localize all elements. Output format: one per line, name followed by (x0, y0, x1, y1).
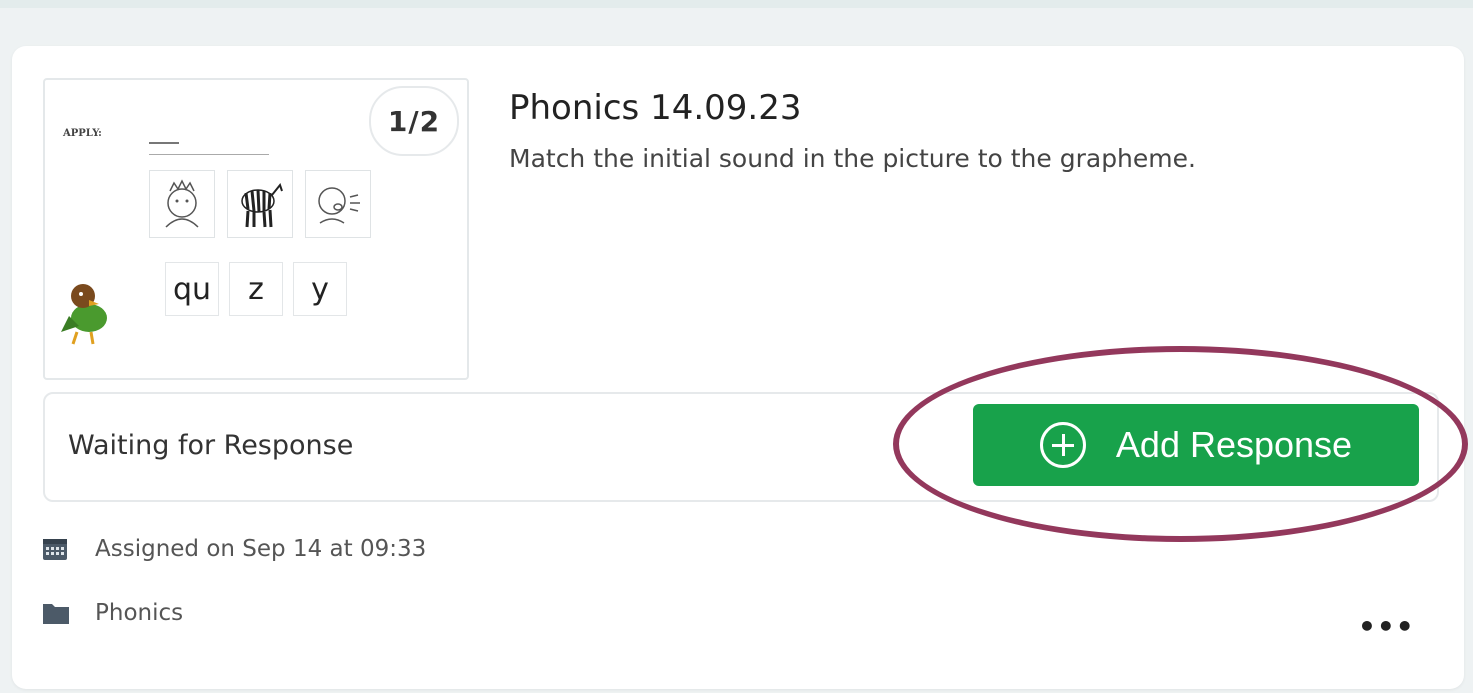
grapheme-card: qu (165, 262, 219, 316)
yelling-picture-icon (318, 187, 360, 224)
worksheet-title-line (149, 142, 179, 144)
picture-queen (149, 170, 215, 238)
assignment-card: APPLY: qu z y 1/2 Phonics 14.09.23 Match… (12, 46, 1464, 689)
worksheet-instruction-line (149, 154, 269, 155)
page-indicator-badge: 1/2 (369, 86, 459, 156)
add-response-label: Add Response (1115, 424, 1353, 465)
grapheme-card: y (293, 262, 347, 316)
assignment-description: Match the initial sound in the picture t… (509, 144, 1196, 173)
plus-circle-icon (1039, 422, 1086, 468)
assigned-date-row: Assigned on Sep 14 at 09:33 (41, 536, 426, 562)
more-options-button[interactable]: ••• (1358, 610, 1415, 643)
zebra-picture-icon (241, 182, 283, 228)
response-status-text: Waiting for Response (68, 430, 354, 461)
folder-icon (43, 604, 69, 624)
assigned-date-text: Assigned on Sep 14 at 09:33 (95, 536, 427, 562)
picture-yell (305, 170, 371, 238)
response-status-row: Waiting for Response Add Response (43, 392, 1439, 502)
folder-name[interactable]: Phonics (95, 600, 183, 626)
calendar-icon (43, 539, 67, 560)
top-band (0, 0, 1473, 8)
add-response-button[interactable]: Add Response (973, 404, 1419, 486)
assignment-title: Phonics 14.09.23 (509, 88, 802, 128)
parrot-icon (61, 284, 107, 345)
picture-zebra (227, 170, 293, 238)
grapheme-card: z (229, 262, 283, 316)
folder-row: Phonics (41, 600, 183, 626)
worksheet-thumbnail[interactable]: APPLY: qu z y 1/2 (43, 78, 469, 380)
queen-picture-icon (165, 179, 199, 228)
worksheet-apply-label: APPLY: (63, 128, 102, 139)
